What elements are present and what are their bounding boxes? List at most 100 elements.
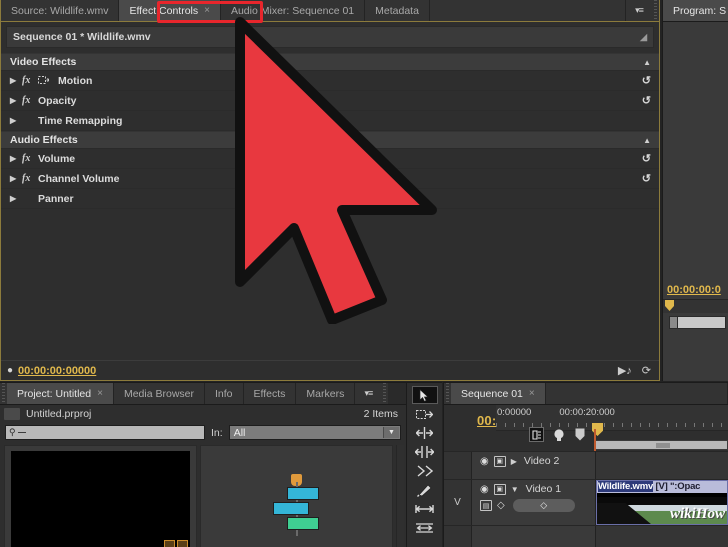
track-target-column[interactable]: V bbox=[444, 480, 472, 525]
watermark-how: How bbox=[695, 506, 725, 522]
timeline-clip-wildlife[interactable]: Wildlife.wmv [V] ʺ:Opac wikiHow bbox=[596, 480, 728, 525]
ruler-label: 00:00:20:000 bbox=[559, 407, 615, 418]
tab-project-untitled[interactable]: Project: Untitled × bbox=[7, 383, 114, 404]
reset-icon[interactable]: ↺ bbox=[642, 74, 651, 87]
selection-tool[interactable] bbox=[411, 386, 438, 404]
search-dash bbox=[17, 432, 26, 433]
tab-info[interactable]: Info bbox=[205, 383, 244, 404]
disclosure-triangle-icon[interactable]: ▶ bbox=[10, 174, 22, 183]
disclosure-triangle-icon[interactable]: ▶ bbox=[10, 116, 22, 125]
in-filter-dropdown[interactable]: All ▼ bbox=[228, 425, 401, 440]
set-display-style-icon[interactable]: ▤ bbox=[480, 500, 492, 511]
ruler-label: 0:00000 bbox=[497, 407, 532, 418]
chevron-down-icon[interactable]: ▼ bbox=[511, 485, 519, 494]
group-title: Video Effects bbox=[10, 56, 77, 68]
tab-label: Sequence 01 bbox=[461, 387, 523, 400]
chevron-right-icon[interactable]: ▶ bbox=[511, 457, 517, 466]
folder-icon bbox=[4, 408, 20, 420]
track-body-audio-1[interactable] bbox=[596, 526, 728, 547]
search-input[interactable]: ⚲ bbox=[5, 425, 205, 440]
program-monitor-timecode[interactable]: 00:00:00:0 bbox=[663, 280, 728, 299]
effect-controls-footer: ● 00:00:00:00000 ▶♪ ⟳ bbox=[1, 360, 659, 380]
program-monitor-zoom-bar[interactable] bbox=[669, 316, 726, 329]
bin-item-sequence-thumbnail[interactable] bbox=[200, 445, 393, 547]
chevron-down-icon[interactable]: ▼ bbox=[383, 427, 399, 438]
panel-grip[interactable] bbox=[652, 0, 659, 21]
panel-grip[interactable] bbox=[0, 383, 7, 404]
project-file-name: Untitled.prproj bbox=[26, 408, 92, 420]
tabbar-filler bbox=[545, 383, 728, 404]
disclosure-triangle-icon[interactable]: ▶ bbox=[10, 194, 22, 203]
bin-item-clip-thumbnail[interactable] bbox=[4, 445, 197, 547]
collapse-icon[interactable]: ▲ bbox=[643, 58, 651, 67]
fx-icon: fx bbox=[22, 173, 31, 184]
work-area-bar[interactable] bbox=[596, 440, 728, 450]
tab-source-wildlife[interactable]: Source: Wildlife.wmv bbox=[1, 0, 120, 21]
zoom-bar-handle[interactable] bbox=[669, 316, 678, 329]
marker-icon[interactable] bbox=[575, 428, 586, 442]
lightbulb-glyph bbox=[554, 428, 564, 441]
clip-thumbnail bbox=[11, 451, 190, 547]
badge-icon bbox=[164, 540, 175, 547]
keyframe-diamond-icon[interactable]: ◇ bbox=[497, 500, 505, 511]
close-icon[interactable]: × bbox=[529, 388, 535, 399]
reset-icon[interactable]: ↺ bbox=[642, 152, 651, 165]
track-body-video-2[interactable] bbox=[596, 452, 728, 479]
bin-scrollbar[interactable] bbox=[396, 445, 404, 547]
panel-menu-icon[interactable]: ▾≡ bbox=[355, 383, 382, 404]
lock-icon[interactable]: ▣ bbox=[493, 455, 506, 467]
effect-controls-timecode[interactable]: 00:00:00:00000 bbox=[18, 365, 96, 377]
disclosure-triangle-icon[interactable]: ▶ bbox=[10, 96, 22, 105]
disclosure-triangle-icon[interactable]: ▶ bbox=[10, 154, 22, 163]
clip-thumbnail-strip: wikiHow bbox=[597, 493, 727, 524]
transform-box-svg bbox=[38, 76, 49, 84]
loop-icon[interactable]: ⟳ bbox=[642, 364, 651, 377]
rate-stretch-tool[interactable] bbox=[412, 462, 438, 480]
reset-icon[interactable]: ↺ bbox=[642, 172, 651, 185]
disclosure-triangle-icon[interactable]: ▶ bbox=[10, 76, 22, 85]
program-monitor-ruler[interactable] bbox=[663, 299, 728, 313]
selection-arrow-icon bbox=[419, 388, 429, 402]
play-keyframes-icon[interactable]: ▶♪ bbox=[618, 364, 632, 377]
tab-sequence-01[interactable]: Sequence 01 × bbox=[451, 383, 546, 404]
lock-icon[interactable]: ▣ bbox=[493, 483, 506, 495]
keyframe-navigator[interactable]: ◇ bbox=[512, 499, 575, 512]
transform-box-icon bbox=[38, 76, 58, 85]
slip-tool[interactable] bbox=[412, 500, 438, 518]
marker-icon[interactable]: ● bbox=[7, 365, 18, 376]
tab-effects[interactable]: Effects bbox=[243, 383, 297, 404]
reset-icon[interactable]: ↺ bbox=[642, 94, 651, 107]
tab-effect-controls[interactable]: Effect Controls × bbox=[119, 0, 221, 21]
zoom-bar-track[interactable] bbox=[678, 316, 726, 329]
program-monitor-viewport[interactable] bbox=[663, 22, 728, 280]
tab-markers[interactable]: Markers bbox=[296, 383, 356, 404]
premiere-pro-window: Source: Wildlife.wmv Effect Controls × A… bbox=[0, 0, 728, 547]
rolling-edit-tool[interactable] bbox=[412, 443, 438, 461]
ripple-edit-tool[interactable] bbox=[412, 424, 438, 442]
snap-toggle-icon[interactable] bbox=[529, 427, 544, 442]
close-icon[interactable]: × bbox=[204, 5, 210, 16]
sequence-icon-bar bbox=[286, 517, 319, 530]
resize-corner-icon[interactable]: ◢ bbox=[640, 32, 647, 43]
track-target-column[interactable] bbox=[444, 452, 472, 479]
eye-icon[interactable]: ◉ bbox=[480, 456, 489, 467]
panel-grip[interactable] bbox=[444, 383, 451, 404]
close-icon[interactable]: × bbox=[97, 388, 103, 399]
track-select-tool[interactable] bbox=[412, 405, 438, 423]
tab-media-browser[interactable]: Media Browser bbox=[113, 383, 205, 404]
project-header: Untitled.prproj 2 Items bbox=[0, 405, 406, 423]
work-area-handle[interactable] bbox=[656, 443, 670, 448]
track-target-column[interactable] bbox=[444, 526, 472, 547]
tab-program-monitor[interactable]: Program: S bbox=[663, 0, 728, 21]
razor-tool[interactable] bbox=[412, 481, 438, 499]
playhead-icon[interactable] bbox=[665, 300, 674, 311]
sequence-clip-label: Sequence 01 * Wildlife.wmv bbox=[13, 31, 151, 43]
track-body-video-1[interactable]: Wildlife.wmv [V] ʺ:Opac wikiHow bbox=[596, 480, 728, 525]
collapse-icon[interactable]: ▲ bbox=[643, 136, 651, 145]
panel-menu-icon[interactable]: ▾≡ bbox=[626, 0, 652, 21]
linked-selection-icon[interactable] bbox=[553, 428, 566, 442]
slide-tool[interactable] bbox=[412, 519, 438, 537]
sequence-icon bbox=[271, 474, 323, 536]
eye-icon[interactable]: ◉ bbox=[480, 484, 489, 495]
panel-grip[interactable] bbox=[381, 383, 389, 404]
